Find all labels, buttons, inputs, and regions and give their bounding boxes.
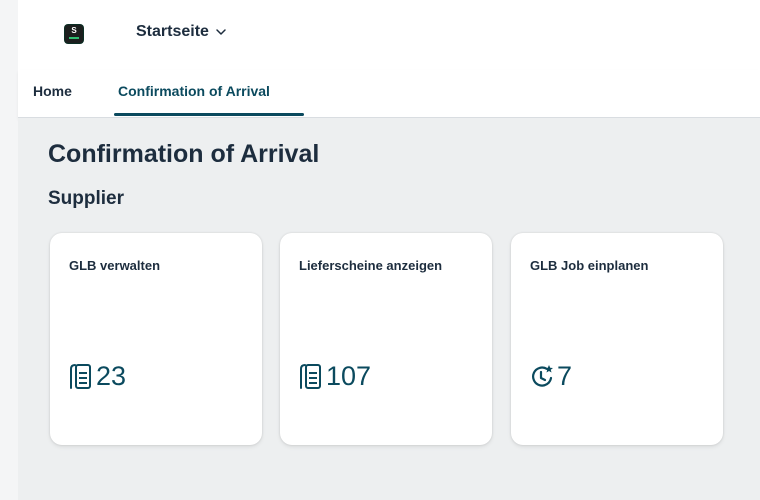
chevron-down-icon — [216, 29, 226, 35]
tab-home[interactable]: Home — [33, 83, 72, 99]
main-content: Confirmation of Arrival Supplier GLB ver… — [18, 118, 760, 500]
tile-kpi: 107 — [299, 361, 371, 391]
shell: S Startseite Home Confirmation of Arriva… — [18, 0, 760, 500]
tile-title: Lieferscheine anzeigen — [299, 258, 443, 273]
tab-confirmation-of-arrival[interactable]: Confirmation of Arrival — [118, 83, 270, 99]
logo-accent — [69, 37, 79, 39]
tile-kpi-value: 23 — [96, 361, 127, 391]
active-tab-indicator — [114, 113, 304, 116]
tile-kpi: 7 — [530, 361, 572, 391]
tile-kpi-value: 107 — [326, 361, 372, 391]
company-logo[interactable]: S — [65, 25, 83, 43]
tile-kpi-value: 7 — [557, 361, 573, 391]
section-title: Supplier — [48, 188, 125, 209]
launchpad-page: S Startseite Home Confirmation of Arriva… — [0, 0, 760, 500]
tile-glb-verwalten[interactable]: GLB verwalten 23 — [50, 233, 262, 445]
tile-kpi: 23 — [69, 361, 126, 391]
tab-bar: Home Confirmation of Arrival — [18, 70, 760, 118]
app-title: Startseite — [136, 23, 209, 40]
tile-title: GLB verwalten — [69, 258, 161, 273]
tile-title: GLB Job einplanen — [530, 258, 649, 273]
app-title-menu[interactable]: Startseite — [136, 23, 227, 41]
shell-header: S Startseite — [18, 0, 760, 70]
tile-lieferscheine-anzeigen[interactable]: Lieferscheine anzeigen 107 — [280, 233, 492, 445]
page-title: Confirmation of Arrival — [48, 140, 320, 168]
document-stack-icon — [300, 364, 321, 389]
logo-mark: S — [71, 26, 77, 35]
document-stack-icon — [70, 364, 91, 389]
clock-star-icon — [532, 365, 553, 387]
left-edge-strip — [0, 0, 18, 500]
tile-glb-job-einplanen[interactable]: GLB Job einplanen 7 — [511, 233, 723, 445]
